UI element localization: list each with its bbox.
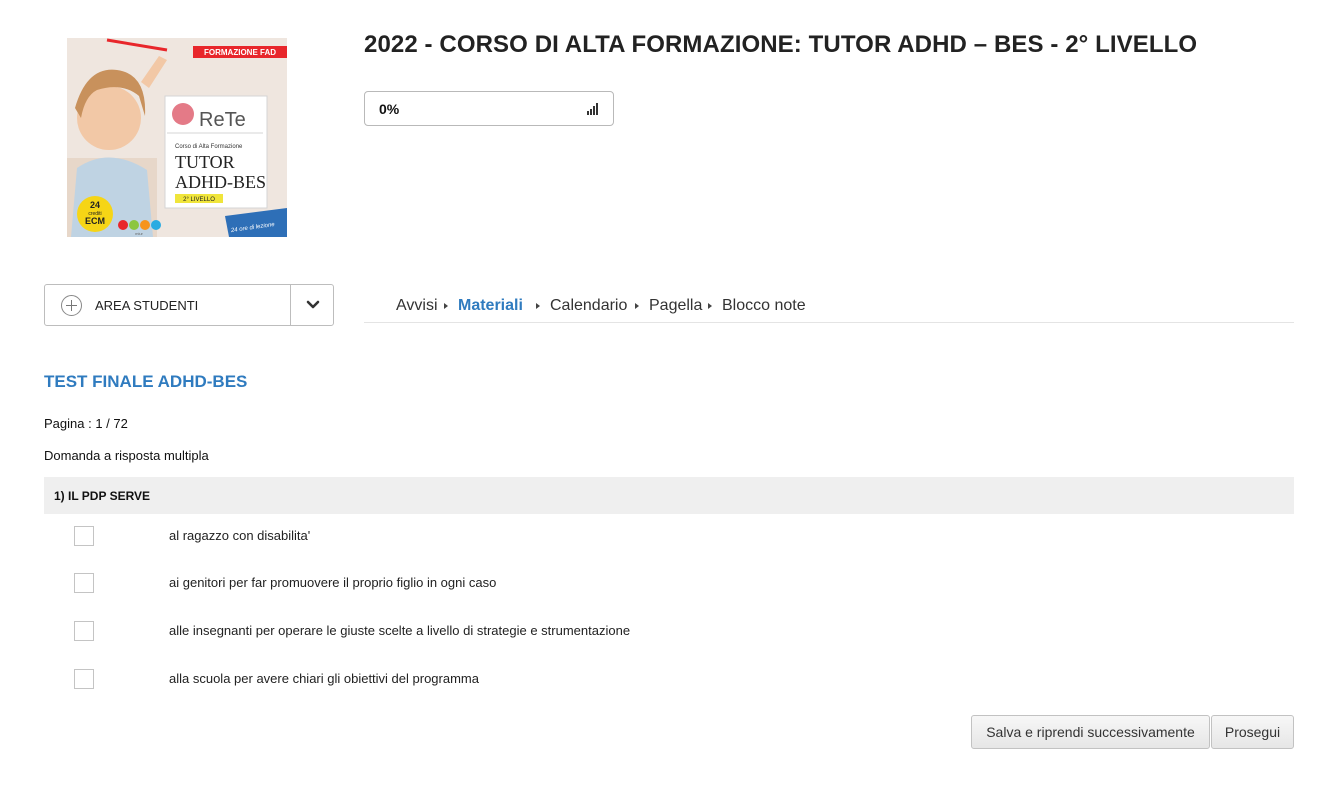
- image-subtitle-text: Corso di Alta Formazione: [175, 144, 243, 150]
- answer-option: al ragazzo con disabilita': [44, 521, 1294, 551]
- tab-separator-icon: [444, 303, 448, 309]
- course-tabs: Avvisi Materiali Calendario Pagella Bloc…: [364, 296, 1294, 323]
- question-text: 1) IL PDP SERVE: [54, 489, 151, 503]
- chevron-down-icon[interactable]: [305, 297, 321, 313]
- plus-circle-icon: [61, 295, 82, 316]
- tab-avvisi[interactable]: Avvisi: [396, 297, 438, 315]
- course-image: FORMAZIONE FAD ReTe Corso di Alta Formaz…: [67, 38, 287, 237]
- image-miur-text: miur: [135, 231, 143, 236]
- tab-separator-icon: [708, 303, 712, 309]
- page-info: Pagina : 1 / 72: [44, 416, 128, 431]
- image-ribbon-text: FORMAZIONE FAD: [204, 48, 276, 57]
- answer-checkbox[interactable]: [74, 573, 94, 593]
- question-type: Domanda a risposta multipla: [44, 448, 209, 463]
- answer-label: alla scuola per avere chiari gli obietti…: [169, 671, 479, 686]
- answer-label: ai genitori per far promuovere il propri…: [169, 575, 497, 590]
- image-level-text: 2° LIVELLO: [183, 197, 215, 203]
- image-line2-text: ADHD-BES: [175, 172, 266, 192]
- answer-option: ai genitori per far promuovere il propri…: [44, 568, 1294, 598]
- answer-option: alle insegnanti per operare le giuste sc…: [44, 616, 1294, 646]
- answer-checkbox[interactable]: [74, 526, 94, 546]
- image-line1-text: TUTOR: [175, 152, 235, 172]
- tab-calendario[interactable]: Calendario: [550, 297, 627, 315]
- next-button[interactable]: Prosegui: [1211, 715, 1294, 749]
- tab-separator-icon: [536, 303, 540, 309]
- course-title: 2022 - CORSO DI ALTA FORMAZIONE: TUTOR A…: [364, 31, 1198, 58]
- image-logo-text: ReTe: [199, 109, 246, 131]
- course-progress: 0%: [364, 91, 614, 126]
- image-badge-text: ECM: [85, 216, 105, 226]
- tab-pagella[interactable]: Pagella: [649, 297, 702, 315]
- tab-separator-icon: [635, 303, 639, 309]
- save-resume-button[interactable]: Salva e riprendi successivamente: [971, 715, 1210, 749]
- signal-bars-icon: [587, 102, 601, 115]
- area-studenti-divider: [290, 285, 291, 325]
- answer-label: alle insegnanti per operare le giuste sc…: [169, 623, 631, 638]
- area-studenti-label: AREA STUDENTI: [95, 298, 199, 313]
- image-badge-number: 24: [90, 200, 100, 210]
- answer-checkbox[interactable]: [74, 669, 94, 689]
- question-header: 1) IL PDP SERVE: [44, 477, 1294, 514]
- answer-checkbox[interactable]: [74, 621, 94, 641]
- progress-value: 0%: [379, 101, 400, 117]
- tab-materiali[interactable]: Materiali: [458, 297, 523, 315]
- answer-label: al ragazzo con disabilita': [169, 528, 311, 543]
- area-studenti-menu[interactable]: AREA STUDENTI: [44, 284, 334, 326]
- test-title: TEST FINALE ADHD-BES: [44, 372, 248, 391]
- answer-option: alla scuola per avere chiari gli obietti…: [44, 664, 1294, 694]
- tab-blocco-note[interactable]: Blocco note: [722, 297, 806, 315]
